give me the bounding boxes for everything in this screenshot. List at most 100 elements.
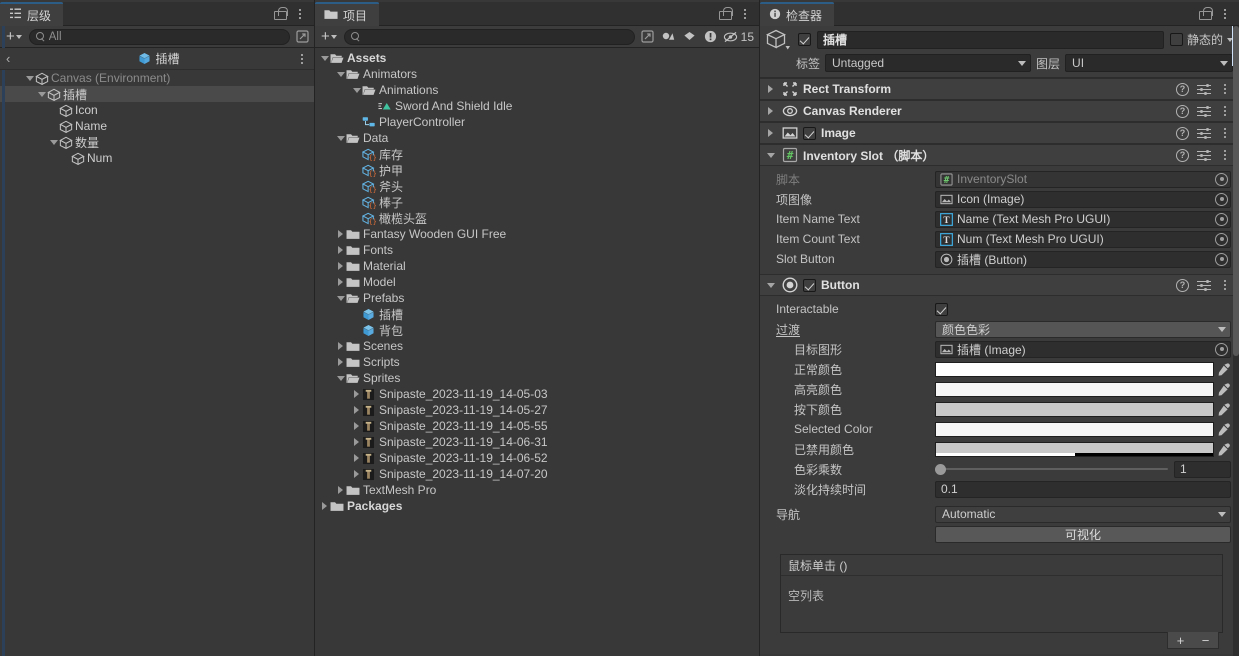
transition-dropdown[interactable]: 颜色色彩 <box>935 320 1231 338</box>
disclosure-triangle[interactable] <box>319 502 330 510</box>
hierarchy-item-3[interactable]: Name <box>0 118 314 134</box>
create-object-button[interactable]: + <box>3 28 25 45</box>
disclosure-triangle[interactable] <box>335 262 346 270</box>
disclosure-triangle[interactable] <box>48 139 59 145</box>
interactable-checkbox[interactable] <box>935 302 948 316</box>
object-picker-icon[interactable] <box>1215 212 1228 226</box>
component-header-2[interactable]: Image? <box>760 122 1239 144</box>
component-header-3[interactable]: # Inventory Slot （脚本）? <box>760 144 1239 166</box>
component-menu-icon[interactable] <box>1219 279 1231 292</box>
static-checkbox[interactable] <box>1169 33 1183 46</box>
inspector-menu-icon[interactable] <box>1219 7 1231 20</box>
field-value-box[interactable]: Icon (Image) <box>935 190 1231 208</box>
help-icon[interactable]: ? <box>1176 126 1189 140</box>
object-picker-icon[interactable] <box>1215 172 1228 186</box>
disclosure-triangle[interactable] <box>351 422 362 430</box>
expand-toggle[interactable] <box>764 282 777 288</box>
project-item-23[interactable]: Snipaste_2023-11-19_14-05-55 <box>315 418 759 434</box>
disclosure-triangle[interactable] <box>335 71 346 77</box>
color-swatch[interactable] <box>935 381 1214 397</box>
field-value-box[interactable]: T Name (Text Mesh Pro UGUI) <box>935 210 1231 228</box>
gameobject-name-field[interactable]: 插槽 <box>817 30 1164 49</box>
preset-icon[interactable] <box>1197 279 1211 292</box>
field-value-box[interactable]: 插槽 (Button) <box>935 250 1231 268</box>
expand-toggle[interactable] <box>764 152 777 158</box>
object-picker-icon[interactable] <box>1215 192 1228 206</box>
color-swatch[interactable] <box>935 401 1214 417</box>
hierarchy-item-2[interactable]: Icon <box>0 102 314 118</box>
project-search-input[interactable] <box>363 30 630 43</box>
color-swatch[interactable] <box>935 441 1214 457</box>
project-item-0[interactable]: Assets <box>315 50 759 66</box>
filter-by-type-icon[interactable] <box>660 29 677 45</box>
project-item-8[interactable]: {}斧头 <box>315 178 759 194</box>
onclick-event-list[interactable]: 空列表 <box>781 576 1222 632</box>
button-enabled-checkbox[interactable] <box>803 278 816 292</box>
eyedropper-icon[interactable] <box>1217 362 1231 377</box>
disclosure-triangle[interactable] <box>24 75 35 81</box>
project-item-14[interactable]: Model <box>315 274 759 290</box>
help-icon[interactable]: ? <box>1176 82 1189 96</box>
expand-toggle[interactable] <box>764 85 777 93</box>
eyedropper-icon[interactable] <box>1217 382 1231 397</box>
disclosure-triangle[interactable] <box>335 246 346 254</box>
component-header-1[interactable]: Canvas Renderer? <box>760 100 1239 122</box>
disclosure-triangle[interactable] <box>335 342 346 350</box>
project-item-6[interactable]: {}库存 <box>315 146 759 162</box>
disclosure-triangle[interactable] <box>335 135 346 141</box>
tab-inspector[interactable]: 检查器 <box>760 2 835 26</box>
disclosure-triangle[interactable] <box>335 278 346 286</box>
disclosure-triangle[interactable] <box>351 438 362 446</box>
disclosure-triangle[interactable] <box>351 454 362 462</box>
project-item-22[interactable]: Snipaste_2023-11-19_14-05-27 <box>315 402 759 418</box>
disclosure-triangle[interactable] <box>335 295 346 301</box>
hierarchy-search-input[interactable] <box>48 30 285 43</box>
hierarchy-item-5[interactable]: Num <box>0 150 314 166</box>
disclosure-triangle[interactable] <box>351 87 362 93</box>
disclosure-triangle[interactable] <box>351 390 362 398</box>
project-item-16[interactable]: 插槽 <box>315 306 759 322</box>
project-item-13[interactable]: Material <box>315 258 759 274</box>
disclosure-triangle[interactable] <box>335 486 346 494</box>
create-asset-button[interactable]: + <box>318 28 340 45</box>
eyedropper-icon[interactable] <box>1217 442 1231 457</box>
disclosure-triangle[interactable] <box>335 358 346 366</box>
project-item-27[interactable]: TextMesh Pro <box>315 482 759 498</box>
object-picker-icon[interactable] <box>1215 342 1228 356</box>
hierarchy-menu-icon[interactable] <box>294 7 306 20</box>
lock-icon[interactable] <box>1199 7 1213 20</box>
color-multiplier-value-box[interactable]: 1 <box>1174 460 1231 478</box>
visualize-button[interactable]: 可视化 <box>935 525 1231 543</box>
component-enabled-checkbox[interactable] <box>803 126 816 140</box>
eyedropper-icon[interactable] <box>1217 422 1231 437</box>
eyedropper-icon[interactable] <box>1217 402 1231 417</box>
project-menu-icon[interactable] <box>739 7 751 20</box>
layer-dropdown[interactable]: UI <box>1065 54 1233 72</box>
component-menu-icon[interactable] <box>1219 83 1231 96</box>
hierarchy-item-1[interactable]: 插槽 <box>0 86 314 102</box>
help-icon[interactable]: ? <box>1176 278 1189 292</box>
project-item-3[interactable]: Sword And Shield Idle <box>315 98 759 114</box>
project-item-10[interactable]: {}橄榄头盔 <box>315 210 759 226</box>
navigation-dropdown[interactable]: Automatic <box>935 505 1231 523</box>
project-item-1[interactable]: Animators <box>315 66 759 82</box>
field-value-box[interactable]: # InventorySlot <box>935 170 1231 188</box>
component-menu-icon[interactable] <box>1219 105 1231 118</box>
project-item-28[interactable]: Packages <box>315 498 759 514</box>
object-picker-icon[interactable] <box>1215 252 1228 266</box>
lock-icon[interactable] <box>274 7 288 20</box>
disclosure-triangle[interactable] <box>36 91 47 97</box>
inspector-scrollbar-thumb[interactable] <box>1233 26 1239 356</box>
filter-warning-icon[interactable] <box>702 29 719 45</box>
component-header-0[interactable]: Rect Transform? <box>760 78 1239 100</box>
project-item-19[interactable]: Scripts <box>315 354 759 370</box>
lock-icon[interactable] <box>719 7 733 20</box>
project-search-box[interactable] <box>343 28 635 45</box>
project-item-25[interactable]: Snipaste_2023-11-19_14-06-52 <box>315 450 759 466</box>
preset-icon[interactable] <box>1197 127 1211 140</box>
component-menu-icon[interactable] <box>1219 149 1231 162</box>
project-item-18[interactable]: Scenes <box>315 338 759 354</box>
project-item-7[interactable]: {}护甲 <box>315 162 759 178</box>
add-listener-button[interactable]: + <box>1177 634 1185 647</box>
tab-hierarchy[interactable]: 层级 <box>0 2 64 26</box>
